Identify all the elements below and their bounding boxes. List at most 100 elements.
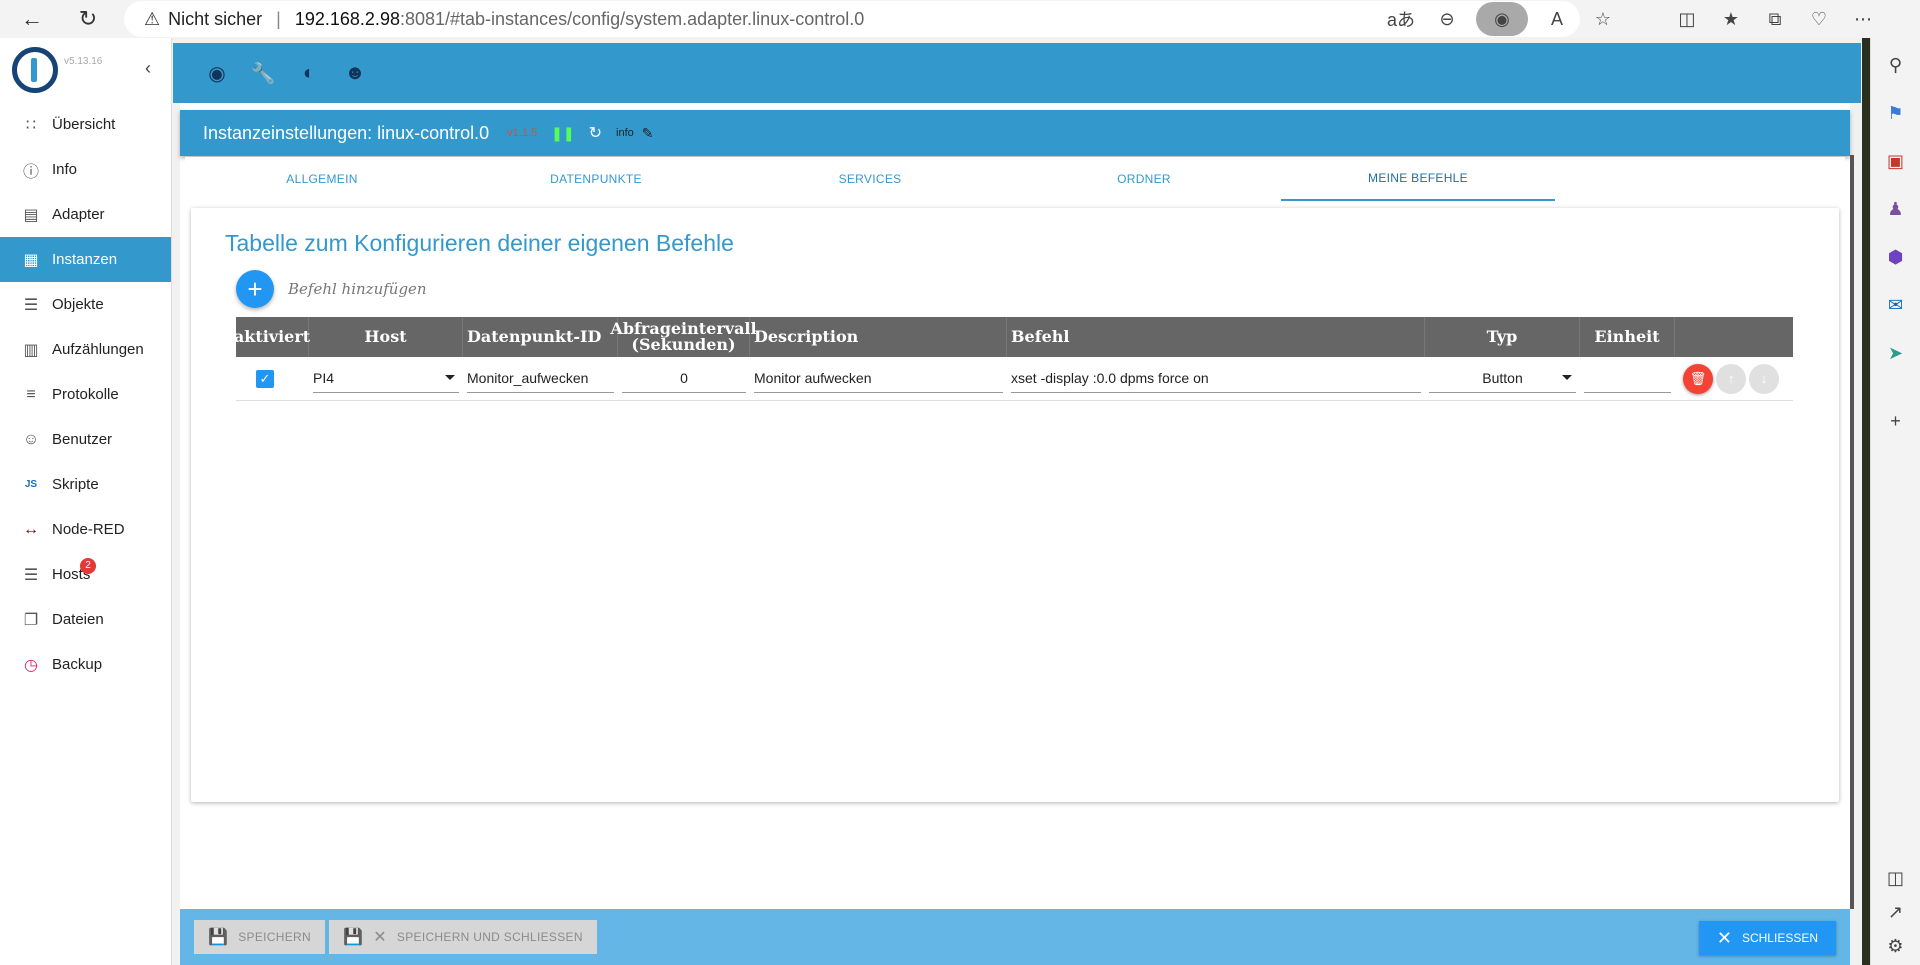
config-panel: Tabelle zum Konfigurieren deiner eigenen… [191,208,1839,802]
sidebar-item-protokolle[interactable]: ≡ Protokolle [0,372,171,417]
close-button[interactable]: ✕ SCHLIESSEN [1698,921,1836,955]
search-icon[interactable]: ⚲ [1879,48,1913,82]
address-bar[interactable]: ⚠ Nicht sicher | 192.168.2.98 :8081/#tab… [124,1,1580,37]
panel-title: Tabelle zum Konfigurieren deiner eigenen… [225,230,734,256]
save-button[interactable]: 💾 SPEICHERN [194,920,325,954]
add-command-label: Befehl hinzufügen [288,280,427,298]
sidebar-item-label: Instanzen [52,251,118,268]
tab-datenpunkte[interactable]: DATENPUNKTE [459,157,733,201]
sidebar-item-node-red[interactable]: ↔ Node-RED [0,507,171,552]
read-aloud-icon[interactable]: A [1540,2,1574,36]
add-icon[interactable]: + [1879,404,1913,438]
url-path: :8081/#tab-instances/config/system.adapt… [399,8,865,29]
commands-table: aktiviert Host Datenpunkt-ID Abfrageinte… [234,317,1793,401]
pause-icon[interactable]: ❚❚ [551,125,574,142]
sidebar-item-aufzählungen[interactable]: ▥ Aufzählungen [0,327,171,372]
cell-typ: Button [1425,357,1580,400]
header-host: Host [309,317,463,357]
sidebar-item-label: Objekte [52,296,104,313]
cell-host: PI4 [309,357,463,400]
sidebar-item-label: Info [52,161,78,178]
eye-icon[interactable]: ◉ [1476,2,1528,36]
cell-actions: 🗑 ↑ ↓ [1675,357,1793,400]
floppy-icon: 💾 [208,929,229,946]
health-icon[interactable]: ♡ [1802,2,1836,36]
host-select[interactable]: PI4 [313,365,459,393]
settings-icon[interactable]: ⚙ [1879,929,1913,963]
split-screen-icon[interactable]: ◫ [1670,2,1704,36]
games-icon[interactable]: ♟ [1879,192,1913,226]
sidebar-item-label: Skripte [52,476,99,493]
more-icon[interactable]: ⋯ [1846,2,1880,36]
scrollbar[interactable] [1850,155,1854,909]
translate-icon[interactable]: aあ [1384,2,1418,36]
page-edge [1862,38,1870,965]
sidebar-item-objekte[interactable]: ☰ Objekte [0,282,171,327]
theme-icon[interactable]: ◐ [297,61,321,85]
command-input[interactable]: xset -display :0.0 dpms force on [1011,365,1421,393]
type-select[interactable]: Button [1429,365,1576,393]
header-einheit: Einheit [1580,317,1675,357]
log-icon: ≡ [26,385,36,403]
cell-einheit [1580,357,1675,400]
tab-allgemein[interactable]: ALLGEMEIN [185,157,459,201]
cell-befehl: xset -display :0.0 dpms force on [1007,357,1425,400]
save-close-button[interactable]: 💾 ✕ SPEICHERN UND SCHLIESSEN [328,920,597,954]
browser-toolbar: ← ↻ ⚠ Nicht sicher | 192.168.2.98 :8081/… [0,0,1920,38]
sidebar-item-skripte[interactable]: JS Skripte [0,462,171,507]
toolbox-icon[interactable]: ▣ [1879,144,1913,178]
collections-icon[interactable]: ⧉ [1758,2,1792,36]
unit-input[interactable] [1584,365,1671,393]
plus-icon: + [247,273,263,304]
instance-version: v1.1.5 [507,127,538,139]
page-title: Instanzeinstellungen: linux-control.0 [203,122,490,143]
table-header: aktiviert Host Datenpunkt-ID Abfrageinte… [234,317,1793,357]
sidebar-item-benutzer[interactable]: ☺ Benutzer [0,417,171,462]
expert-mode-icon[interactable]: ☻ [343,61,367,85]
wrench-icon[interactable]: 🔧 [251,61,276,85]
header-actions [1675,317,1793,357]
sidebar-item-adapter[interactable]: ▤ Adapter [0,192,171,237]
send-icon[interactable]: ➤ [1879,336,1913,370]
zoom-out-icon[interactable]: ⊖ [1430,2,1464,36]
sidebar-item-hosts[interactable]: ☰ Hosts 2 [0,552,171,597]
edit-icon[interactable]: ✎ [642,125,654,142]
enabled-checkbox[interactable]: ✓ [256,369,274,388]
reload-icon[interactable]: ↻ [72,3,104,35]
header-intervall-line2: (Sekunden) [631,335,736,354]
sidebar-item-instanzen[interactable]: ▦ Instanzen [0,237,171,282]
description-input[interactable]: Monitor aufwecken [754,365,1003,393]
interval-input[interactable]: 0 [622,365,746,393]
sidebar-toggle-icon[interactable]: ◫ [1879,861,1913,895]
js-icon: JS [24,479,38,490]
outlook-icon[interactable]: ✉ [1879,288,1913,322]
info-icon: ⓘ [22,163,39,181]
favorite-icon[interactable]: ☆ [1586,2,1620,36]
tab-meine-befehle[interactable]: MEINE BEFEHLE [1281,157,1555,201]
external-link-icon[interactable]: ↗ [1879,895,1913,929]
close-icon: ✕ [1716,927,1732,948]
eye-icon[interactable]: ◉ [205,61,229,85]
trash-icon: 🗑 [1689,370,1707,386]
move-up-button[interactable]: ↑ [1716,363,1746,394]
tag-icon[interactable]: ⚑ [1879,96,1913,130]
url-separator: | [276,8,281,29]
tab-ordner[interactable]: ORDNER [1007,157,1281,201]
back-icon[interactable]: ← [16,3,48,35]
reload-icon[interactable]: ↻ [589,123,602,143]
sidebar-item-dateien[interactable]: ❐ Dateien [0,597,171,642]
delete-button[interactable]: 🗑 [1683,363,1713,394]
sidebar-item-übersicht[interactable]: ∷ Übersicht [0,102,171,147]
tab-services[interactable]: SERVICES [733,157,1007,201]
favorites-icon[interactable]: ★ [1714,2,1748,36]
add-command-button[interactable]: + [236,270,274,308]
footer-bar: 💾 SPEICHERN 💾 ✕ SPEICHERN UND SCHLIESSEN… [180,909,1850,965]
chevron-left-icon[interactable]: ‹ [145,58,151,79]
header-description: Description [750,317,1007,357]
arrow-down-icon: ↓ [1760,371,1768,386]
sidebar-item-backup[interactable]: ◷ Backup [0,642,171,687]
office-icon[interactable]: ⬢ [1879,240,1913,274]
move-down-button[interactable]: ↓ [1749,363,1779,394]
sidebar-item-info[interactable]: ⓘ Info [0,147,171,192]
datapoint-id-input[interactable]: Monitor_aufwecken [467,365,614,393]
